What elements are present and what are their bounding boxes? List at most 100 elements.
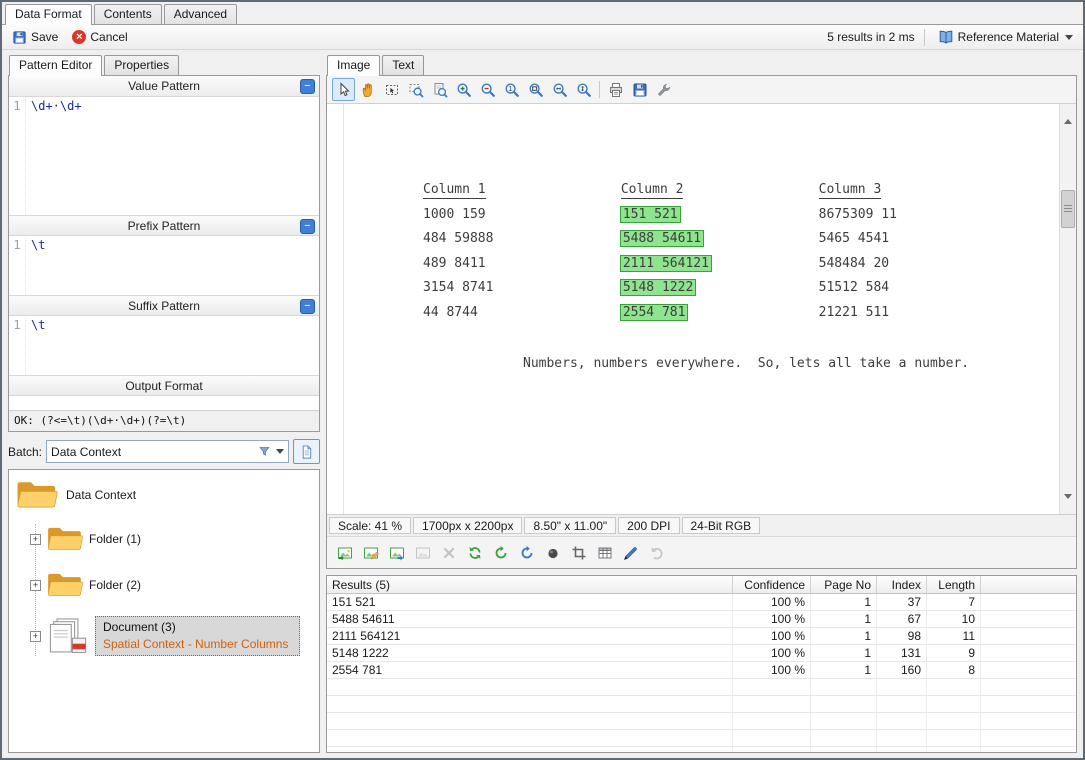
zoom-selection-button[interactable] (428, 78, 451, 101)
batch-combobox-value: Data Context (51, 445, 255, 459)
zoom-in-button[interactable] (452, 78, 475, 101)
image-export-icon (389, 545, 405, 561)
expand-icon[interactable] (30, 534, 41, 545)
vertical-scrollbar[interactable] (1059, 104, 1076, 514)
scrollbar-thumb[interactable] (1061, 190, 1075, 228)
main-tab-bar: Data Format Contents Advanced (2, 2, 1083, 25)
viewer-panel: Image Text (326, 53, 1077, 753)
zoom-region-button[interactable] (404, 78, 427, 101)
doc-header-row: Column 1 Column 2 Column 3 (423, 182, 1009, 207)
doc-row: 44 8744 2554 781 21221 511 (423, 305, 1009, 330)
zoom-out-button[interactable] (476, 78, 499, 101)
scroll-down-button[interactable] (1060, 498, 1076, 514)
results-row[interactable]: 2554 781 100 % 1 160 8 (327, 662, 1076, 679)
results-title[interactable]: Results (5) (327, 576, 733, 593)
tab-text[interactable]: Text (382, 55, 424, 75)
doc-cell: 548484 20 (819, 256, 1009, 271)
zoom-fit-button[interactable] (524, 78, 547, 101)
tree-item-data-context[interactable]: Data Context (15, 478, 313, 512)
wrench-icon (656, 82, 672, 98)
marquee-select-button[interactable] (380, 78, 403, 101)
tab-advanced[interactable]: Advanced (164, 4, 237, 24)
image-import-button[interactable] (333, 541, 356, 564)
collapse-button[interactable] (300, 79, 315, 94)
save-image-icon (632, 82, 648, 98)
image-viewport[interactable]: Column 1 Column 2 Column 3 1000 159 151 … (327, 104, 1076, 515)
collapse-button[interactable] (300, 299, 315, 314)
refresh-icon (467, 545, 483, 561)
value-pattern-editor[interactable]: 1 \d+·\d+ (9, 97, 319, 215)
crop-button[interactable] (567, 541, 590, 564)
rotate-button[interactable] (489, 541, 512, 564)
result-length: 10 (927, 611, 981, 627)
image-disabled-button (411, 541, 434, 564)
match-highlight[interactable]: 151 521 (621, 207, 680, 222)
image-edit-button[interactable] (359, 541, 382, 564)
expand-icon[interactable] (30, 580, 41, 591)
results-row[interactable]: 2111 564121 100 % 1 98 11 (327, 628, 1076, 645)
result-value: 2111 564121 (327, 628, 733, 644)
tab-pattern-editor[interactable]: Pattern Editor (9, 55, 102, 76)
main-content: Pattern Editor Properties Value Pattern … (2, 50, 1083, 758)
results-row[interactable]: 151 521 100 % 1 37 7 (327, 594, 1076, 611)
scroll-up-button[interactable] (1060, 104, 1076, 120)
tree-item-folder-1[interactable]: Folder (1) (30, 524, 313, 554)
zoom-fit-width-button[interactable] (548, 78, 571, 101)
copy-table-button[interactable] (593, 541, 616, 564)
results-row[interactable]: 5148 1222 100 % 1 131 9 (327, 645, 1076, 662)
batch-combobox[interactable]: Data Context (46, 440, 289, 463)
pan-hand-button[interactable] (356, 78, 379, 101)
reference-material-button[interactable]: Reference Material (934, 27, 1077, 47)
match-highlight[interactable]: 5488 54611 (621, 231, 703, 246)
undo-icon (649, 545, 665, 561)
output-format-title: Output Format (125, 379, 202, 393)
results-row[interactable]: 5488 54611 100 % 1 67 10 (327, 611, 1076, 628)
column-header-index[interactable]: Index (877, 576, 927, 593)
match-highlight[interactable]: 2554 781 (621, 305, 688, 320)
tree-item-document-3[interactable]: Document (3) Spatial Context - Number Co… (30, 616, 313, 656)
pointer-button[interactable] (332, 78, 355, 101)
image-export-button[interactable] (385, 541, 408, 564)
tree-item-label: Document (3) (103, 620, 292, 634)
redact-button[interactable] (619, 541, 642, 564)
result-confidence: 100 % (733, 628, 811, 644)
tab-image[interactable]: Image (327, 55, 380, 76)
zoom-actual-size-button[interactable]: 1 (500, 78, 523, 101)
expand-icon[interactable] (30, 631, 41, 642)
match-highlight[interactable]: 5148 1222 (621, 280, 695, 295)
despeckle-button[interactable] (541, 541, 564, 564)
result-page-no: 1 (811, 628, 877, 644)
suffix-pattern-editor[interactable]: 1 \t (9, 316, 319, 375)
reload-button[interactable] (515, 541, 538, 564)
save-image-button[interactable] (628, 78, 651, 101)
tab-data-format[interactable]: Data Format (5, 4, 92, 25)
tab-properties[interactable]: Properties (104, 55, 179, 75)
results-grid: Results (5) Confidence Page No Index Len… (326, 575, 1077, 753)
tree-item-folder-2[interactable]: Folder (2) (30, 570, 313, 600)
collapse-button[interactable] (300, 219, 315, 234)
image-disabled-icon (415, 545, 431, 561)
prefix-pattern-title: Prefix Pattern (128, 219, 201, 233)
prefix-pattern-editor[interactable]: 1 \t (9, 236, 319, 295)
zoom-fit-height-button[interactable] (572, 78, 595, 101)
result-index: 131 (877, 645, 927, 661)
column-header-length[interactable]: Length (927, 576, 981, 593)
tab-contents[interactable]: Contents (94, 4, 162, 24)
column-header-confidence[interactable]: Confidence (733, 576, 811, 593)
match-highlight[interactable]: 2111 564121 (621, 256, 711, 271)
book-icon (938, 29, 954, 45)
page-edge (343, 104, 344, 514)
print-button[interactable] (604, 78, 627, 101)
doc-column-header: Column 1 (423, 182, 486, 199)
reference-material-label: Reference Material (958, 30, 1059, 44)
refresh-button[interactable] (463, 541, 486, 564)
cancel-button[interactable]: Cancel (68, 28, 131, 46)
batch-document-button[interactable] (293, 439, 320, 464)
output-format-editor[interactable] (9, 396, 319, 410)
result-filler (981, 645, 1076, 661)
column-header-page-no[interactable]: Page No (811, 576, 877, 593)
zoom-actual-size-icon: 1 (504, 82, 520, 98)
save-button[interactable]: Save (8, 28, 62, 47)
suffix-pattern-code: \t (31, 318, 45, 375)
image-tools-button[interactable] (652, 78, 675, 101)
